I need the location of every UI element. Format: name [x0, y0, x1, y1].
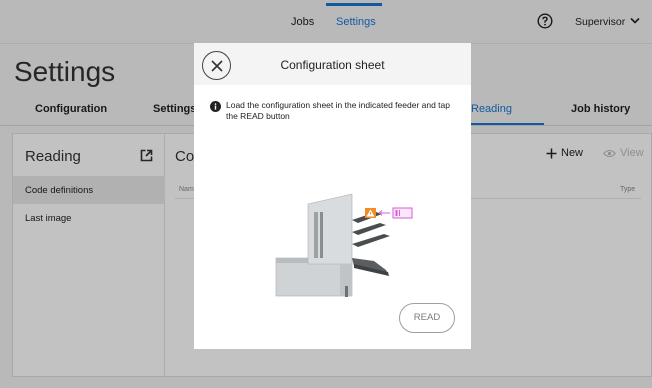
dialog-title: Configuration sheet: [280, 58, 385, 72]
configuration-sheet-icon: [392, 207, 413, 219]
folder-inserter-illustration: [275, 193, 413, 297]
dialog-header: Configuration sheet: [194, 43, 471, 85]
warning-triangle-icon: [365, 208, 376, 218]
info-icon: [210, 101, 221, 112]
instruction-text: Load the configuration sheet in the indi…: [226, 100, 451, 121]
configuration-sheet-dialog: Configuration sheet Load the configurati…: [194, 43, 471, 349]
read-button[interactable]: READ: [399, 303, 455, 333]
instruction: Load the configuration sheet in the indi…: [210, 100, 460, 121]
arrow-left-icon: [378, 210, 390, 216]
